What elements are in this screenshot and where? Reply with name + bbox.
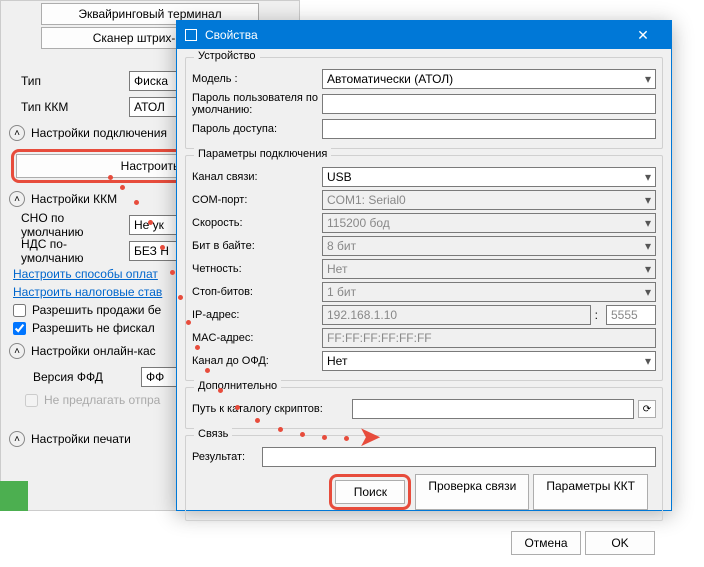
com-select: COM1: Serial0 bbox=[322, 190, 656, 210]
chevron-up-icon: ˄ bbox=[9, 125, 25, 141]
search-button-highlight: Поиск bbox=[329, 474, 411, 510]
parity-label: Четность: bbox=[192, 263, 322, 275]
ffd-label: Версия ФФД bbox=[21, 370, 141, 384]
bits-select: 8 бит bbox=[322, 236, 656, 256]
speed-label: Скорость: bbox=[192, 217, 322, 229]
access-pwd-input[interactable] bbox=[322, 119, 656, 139]
mac-label: MAC-адрес: bbox=[192, 332, 322, 344]
check-connection-button[interactable]: Проверка связи bbox=[415, 474, 529, 510]
properties-dialog: Свойства ✕ Устройство Модель : Автоматич… bbox=[176, 20, 672, 511]
speed-select: 115200 бод bbox=[322, 213, 656, 233]
link-fieldset-title: Связь bbox=[194, 428, 232, 440]
connection-fieldset: Параметры подключения Канал связи: USB C… bbox=[185, 155, 663, 381]
no-suggest-label: Не предлагать отпра bbox=[44, 393, 160, 407]
channel-label: Канал связи: bbox=[192, 171, 322, 183]
chevron-up-icon: ˄ bbox=[9, 431, 25, 447]
scripts-label: Путь к каталогу скриптов: bbox=[192, 403, 352, 415]
ofd-label: Канал до ОФД: bbox=[192, 355, 322, 367]
reload-icon[interactable]: ⟳ bbox=[638, 400, 656, 418]
online-kass-label: Настройки онлайн-кас bbox=[31, 344, 156, 358]
print-settings-label: Настройки печати bbox=[31, 432, 131, 446]
allow-sales-checkbox[interactable] bbox=[13, 304, 26, 317]
close-icon[interactable]: ✕ bbox=[623, 27, 663, 44]
kkm-settings-label: Настройки ККМ bbox=[31, 192, 117, 206]
kkt-params-button[interactable]: Параметры ККТ bbox=[533, 474, 648, 510]
com-label: COM-порт: bbox=[192, 194, 322, 206]
device-fieldset-title: Устройство bbox=[194, 50, 260, 62]
no-suggest-checkbox bbox=[25, 394, 38, 407]
scripts-input[interactable] bbox=[352, 399, 634, 419]
device-fieldset: Устройство Модель : Автоматически (АТОЛ)… bbox=[185, 57, 663, 149]
channel-select[interactable]: USB bbox=[322, 167, 656, 187]
dialog-title: Свойства bbox=[205, 28, 623, 42]
nds-label: НДС по-умолчанию bbox=[9, 237, 129, 265]
window-icon bbox=[185, 29, 197, 41]
chevron-up-icon: ˄ bbox=[9, 343, 25, 359]
link-fieldset: Связь Результат: Поиск Проверка связи Па… bbox=[185, 435, 663, 521]
extra-fieldset-title: Дополнительно bbox=[194, 380, 281, 392]
kkm-type-label: Тип ККМ bbox=[9, 100, 129, 114]
port-input bbox=[606, 305, 656, 325]
user-pwd-label: Пароль пользователя по умолчанию: bbox=[192, 92, 322, 116]
cancel-button[interactable]: Отмена bbox=[511, 531, 581, 555]
model-select[interactable]: Автоматически (АТОЛ) bbox=[322, 69, 656, 89]
type-label: Тип bbox=[9, 74, 129, 88]
user-pwd-input[interactable] bbox=[322, 94, 656, 114]
stop-select: 1 бит bbox=[322, 282, 656, 302]
allow-nonfiscal-checkbox[interactable] bbox=[13, 322, 26, 335]
ok-button[interactable]: OK bbox=[585, 531, 655, 555]
port-colon: : bbox=[595, 308, 598, 322]
result-input[interactable] bbox=[262, 447, 656, 467]
mac-input bbox=[322, 328, 656, 348]
allow-nonfiscal-label: Разрешить не фискал bbox=[32, 321, 155, 335]
result-label: Результат: bbox=[192, 451, 262, 463]
allow-sales-label: Разрешить продажи бе bbox=[32, 303, 161, 317]
connection-fieldset-title: Параметры подключения bbox=[194, 148, 331, 160]
stop-label: Стоп-битов: bbox=[192, 286, 322, 298]
ip-label: IP-адрес: bbox=[192, 309, 322, 321]
search-button[interactable]: Поиск bbox=[335, 480, 405, 504]
model-label: Модель : bbox=[192, 73, 322, 85]
sno-label: СНО по умолчанию bbox=[9, 211, 129, 239]
ip-input bbox=[322, 305, 591, 325]
bits-label: Бит в байте: bbox=[192, 240, 322, 252]
access-pwd-label: Пароль доступа: bbox=[192, 123, 322, 135]
extra-fieldset: Дополнительно Путь к каталогу скриптов: … bbox=[185, 387, 663, 429]
titlebar[interactable]: Свойства ✕ bbox=[177, 21, 671, 49]
parity-select: Нет bbox=[322, 259, 656, 279]
connection-settings-label: Настройки подключения bbox=[31, 126, 167, 140]
chevron-up-icon: ˄ bbox=[9, 191, 25, 207]
green-decor bbox=[0, 481, 28, 511]
ofd-select[interactable]: Нет bbox=[322, 351, 656, 371]
